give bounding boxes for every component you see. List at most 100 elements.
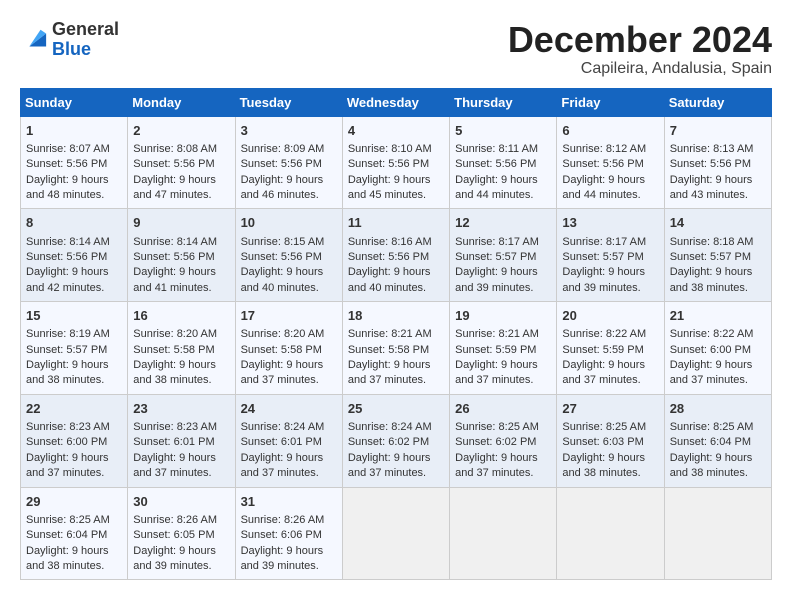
cell-text-line: Daylight: 9 hours xyxy=(562,451,658,466)
cell-text-line: Daylight: 9 hours xyxy=(670,358,766,373)
cell-text-line: Sunrise: 8:20 AM xyxy=(241,327,337,342)
cell-text-line: Sunrise: 8:23 AM xyxy=(26,420,122,435)
day-number: 25 xyxy=(348,400,444,418)
logo: General Blue xyxy=(20,20,119,60)
cell-text-line: Daylight: 9 hours xyxy=(670,173,766,188)
calendar-week-row: 8Sunrise: 8:14 AMSunset: 5:56 PMDaylight… xyxy=(21,209,772,302)
cell-text-line: Sunset: 5:56 PM xyxy=(26,250,122,265)
cell-text-line: and 37 minutes. xyxy=(348,373,444,388)
cell-text-line: Sunrise: 8:20 AM xyxy=(133,327,229,342)
calendar-cell: 15Sunrise: 8:19 AMSunset: 5:57 PMDayligh… xyxy=(21,302,128,395)
cell-text-line: Sunset: 5:58 PM xyxy=(241,343,337,358)
cell-text-line: and 47 minutes. xyxy=(133,188,229,203)
weekday-header-cell: Tuesday xyxy=(235,88,342,116)
cell-text-line: Sunset: 6:01 PM xyxy=(133,435,229,450)
calendar-cell xyxy=(342,487,449,580)
logo-general-text: General xyxy=(52,19,119,39)
cell-text-line: Daylight: 9 hours xyxy=(455,451,551,466)
cell-text-line: Sunset: 5:56 PM xyxy=(133,157,229,172)
cell-text-line: Sunset: 5:56 PM xyxy=(348,157,444,172)
cell-text-line: Sunset: 5:56 PM xyxy=(455,157,551,172)
logo-blue-text: Blue xyxy=(52,39,91,59)
cell-text-line: Daylight: 9 hours xyxy=(241,358,337,373)
weekday-header-cell: Friday xyxy=(557,88,664,116)
calendar-cell xyxy=(664,487,771,580)
cell-text-line: Sunrise: 8:21 AM xyxy=(348,327,444,342)
calendar-cell: 31Sunrise: 8:26 AMSunset: 6:06 PMDayligh… xyxy=(235,487,342,580)
cell-text-line: Sunset: 6:02 PM xyxy=(455,435,551,450)
cell-text-line: and 37 minutes. xyxy=(348,466,444,481)
cell-text-line: Sunset: 6:04 PM xyxy=(26,528,122,543)
cell-text-line: and 39 minutes. xyxy=(133,559,229,574)
day-number: 20 xyxy=(562,307,658,325)
calendar-cell: 25Sunrise: 8:24 AMSunset: 6:02 PMDayligh… xyxy=(342,394,449,487)
day-number: 5 xyxy=(455,122,551,140)
calendar-week-row: 1Sunrise: 8:07 AMSunset: 5:56 PMDaylight… xyxy=(21,116,772,209)
cell-text-line: Sunset: 5:57 PM xyxy=(562,250,658,265)
cell-text-line: Sunrise: 8:22 AM xyxy=(562,327,658,342)
calendar-cell: 14Sunrise: 8:18 AMSunset: 5:57 PMDayligh… xyxy=(664,209,771,302)
calendar-cell: 22Sunrise: 8:23 AMSunset: 6:00 PMDayligh… xyxy=(21,394,128,487)
cell-text-line: Sunrise: 8:25 AM xyxy=(562,420,658,435)
cell-text-line: Sunrise: 8:25 AM xyxy=(26,513,122,528)
cell-text-line: and 44 minutes. xyxy=(455,188,551,203)
day-number: 15 xyxy=(26,307,122,325)
cell-text-line: and 38 minutes. xyxy=(670,281,766,296)
cell-text-line: Sunset: 6:05 PM xyxy=(133,528,229,543)
cell-text-line: Sunset: 5:59 PM xyxy=(455,343,551,358)
cell-text-line: Sunrise: 8:09 AM xyxy=(241,142,337,157)
cell-text-line: Sunrise: 8:23 AM xyxy=(133,420,229,435)
cell-text-line: Sunrise: 8:08 AM xyxy=(133,142,229,157)
cell-text-line: and 38 minutes. xyxy=(26,559,122,574)
day-number: 10 xyxy=(241,214,337,232)
day-number: 17 xyxy=(241,307,337,325)
cell-text-line: Sunrise: 8:14 AM xyxy=(26,235,122,250)
cell-text-line: and 39 minutes. xyxy=(241,559,337,574)
cell-text-line: and 37 minutes. xyxy=(455,373,551,388)
cell-text-line: Sunset: 6:01 PM xyxy=(241,435,337,450)
cell-text-line: Daylight: 9 hours xyxy=(455,265,551,280)
calendar-week-row: 15 Sunrise: 8:19 AMSunset: 5:57 PM Dayligh… xyxy=(21,302,772,395)
cell-text-line: Sunset: 5:56 PM xyxy=(348,250,444,265)
cell-text-line: and 48 minutes. xyxy=(26,188,122,203)
cell-text-line: Daylight: 9 hours xyxy=(348,451,444,466)
calendar-cell: 17 Sunrise: 8:20 AMSunset: 5:58 PMDayligh… xyxy=(235,302,342,395)
cell-text-line: Sunset: 5:56 PM xyxy=(562,157,658,172)
day-number: 1 xyxy=(26,122,122,140)
day-number: 4 xyxy=(348,122,444,140)
title-area: December 2024 Capileira, Andalusia, Spai… xyxy=(508,20,772,78)
day-number: 26 xyxy=(455,400,551,418)
cell-text-line: Daylight: 9 hours xyxy=(455,358,551,373)
cell-text-line: Sunset: 5:58 PM xyxy=(348,343,444,358)
cell-text-line: and 38 minutes. xyxy=(133,373,229,388)
cell-text-line: Sunset: 5:56 PM xyxy=(241,157,337,172)
cell-text-line: Daylight: 9 hours xyxy=(26,544,122,559)
cell-text-line: Daylight: 9 hours xyxy=(133,173,229,188)
cell-text-line: and 43 minutes. xyxy=(670,188,766,203)
calendar-cell: 19Sunrise: 8:21 AMSunset: 5:59 PMDayligh… xyxy=(450,302,557,395)
calendar-cell: 2Sunrise: 8:08 AMSunset: 5:56 PMDaylight… xyxy=(128,116,235,209)
cell-text-line: Sunset: 5:57 PM xyxy=(670,250,766,265)
cell-text-line: and 44 minutes. xyxy=(562,188,658,203)
calendar-cell: 13Sunrise: 8:17 AMSunset: 5:57 PMDayligh… xyxy=(557,209,664,302)
logo-icon xyxy=(20,26,48,54)
cell-text-line: Sunrise: 8:19 AM xyxy=(26,327,122,342)
calendar-cell: 10Sunrise: 8:15 AMSunset: 5:56 PMDayligh… xyxy=(235,209,342,302)
cell-text-line: Daylight: 9 hours xyxy=(670,451,766,466)
calendar-cell: 3Sunrise: 8:09 AMSunset: 5:56 PMDaylight… xyxy=(235,116,342,209)
cell-text-line: Sunset: 5:56 PM xyxy=(670,157,766,172)
cell-text-line: Daylight: 9 hours xyxy=(133,358,229,373)
month-title: December 2024 xyxy=(508,20,772,60)
day-number: 13 xyxy=(562,214,658,232)
cell-text-line: Sunrise: 8:22 AM xyxy=(670,327,766,342)
day-number: 16 xyxy=(133,307,229,325)
calendar-cell xyxy=(450,487,557,580)
cell-text-line: Daylight: 9 hours xyxy=(241,451,337,466)
cell-text-line: Sunset: 5:57 PM xyxy=(26,343,122,358)
calendar-cell: 23Sunrise: 8:23 AMSunset: 6:01 PMDayligh… xyxy=(128,394,235,487)
calendar-week-row: 22Sunrise: 8:23 AMSunset: 6:00 PMDayligh… xyxy=(21,394,772,487)
cell-text-line: Daylight: 9 hours xyxy=(348,358,444,373)
calendar-cell: 6Sunrise: 8:12 AMSunset: 5:56 PMDaylight… xyxy=(557,116,664,209)
cell-text-line: and 37 minutes. xyxy=(26,466,122,481)
cell-text-line: Daylight: 9 hours xyxy=(26,265,122,280)
